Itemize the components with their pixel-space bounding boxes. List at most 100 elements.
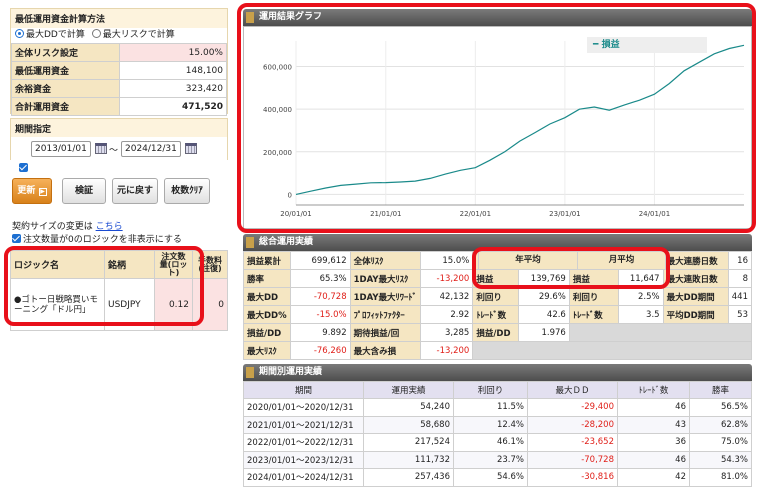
start-date-input[interactable]: 2013/01/01 (31, 141, 91, 157)
periodic-cell: -70,728 (527, 450, 618, 469)
stat-label: 1DAY最大ﾘﾜｰﾄﾞ (349, 287, 421, 306)
periodic-cell: 12.4% (453, 415, 528, 434)
periodic-cell: 46 (617, 398, 690, 417)
periodic-cell: 2022/01/01～2022/12/31 (243, 433, 364, 452)
periodic-cell: 56.5% (689, 398, 752, 417)
monthly-yield-label: 利回り (568, 287, 619, 306)
stat-label: 損益累計 (243, 251, 291, 270)
logic-highlight (4, 246, 204, 326)
periodic-cell: 54.3% (689, 450, 752, 469)
total-risk-value: 15.00% (119, 43, 227, 62)
contract-note: 契約サイズの変更は こちら (12, 222, 123, 232)
periodic-col-header: 期間 (243, 381, 364, 399)
stat-value: 2.92 (419, 305, 474, 324)
periodic-header: 期間別運用実績 (243, 364, 752, 381)
periodic-col-header: 勝率 (689, 381, 752, 399)
stat-value: 9.892 (289, 323, 351, 342)
stat-label: 最大ﾘｽｸ (243, 341, 291, 360)
stat-label: ﾄﾚｰﾄﾞ数 (472, 305, 519, 324)
calc-label: 余裕資金 (11, 79, 120, 98)
stat-value: 65.3% (289, 269, 351, 288)
play-icon: ▶ (38, 188, 47, 196)
end-calendar-icon[interactable] (185, 143, 197, 154)
stat-label: 損益/DD (243, 323, 291, 342)
start-calendar-icon[interactable] (95, 143, 107, 154)
calc-label: 全体リスク設定 (11, 43, 120, 62)
stat-value: 8 (727, 269, 753, 288)
stat-label: ﾌﾟﾛﾌｨｯﾄﾌｧｸﾀｰ (349, 305, 421, 324)
periodic-row: 2023/01/01～2023/12/31 111,732 23.7% -70,728… (243, 450, 752, 469)
stat-value: 53 (727, 305, 753, 324)
periodic-col-header: 最大ＤＤ (527, 381, 618, 399)
stat-label: 平均DD期間 (662, 305, 729, 324)
periodic-row: 2020/01/01～2020/12/31 54,240 11.5% -29,400 4… (243, 398, 752, 417)
end-date-input[interactable]: 2024/12/31 (121, 141, 181, 157)
periodic-cell: 81.0% (689, 468, 752, 487)
periodic-cell: 54.6% (453, 468, 528, 487)
periodic-cell: 46 (617, 450, 690, 469)
radio-max-dd[interactable]: 最大DDで計算 (15, 29, 85, 40)
calc-label: 最低運用資金 (11, 61, 120, 80)
periodic-cell: 2020/01/01～2020/12/31 (243, 398, 364, 417)
periodic-col-header: 運用実績 (363, 381, 454, 399)
periodic-cell: 36 (617, 433, 690, 452)
stat-value: 1.976 (517, 323, 570, 342)
stat-value: 699,612 (289, 251, 351, 270)
hide-zero-toggle[interactable]: 注文数量が0のロジックを非表示にする (12, 232, 182, 245)
periodic-cell: 43 (617, 415, 690, 434)
stat-value: 441 (727, 287, 753, 306)
stat-value: 42,132 (419, 287, 474, 306)
stat-label: 利回り (472, 287, 519, 306)
stat-label: 損益/DD (472, 323, 519, 342)
avg-highlight (472, 247, 670, 289)
monthly-trades-value: 3.5 (617, 305, 664, 324)
periodic-col-header: 利回り (453, 381, 528, 399)
stat-value: -70,728 (289, 287, 351, 306)
periodic-cell: 111,732 (363, 450, 454, 469)
stat-label: 最大DD% (243, 305, 291, 324)
contract-link[interactable]: こちら (96, 222, 123, 232)
periodic-cell: 11.5% (453, 398, 528, 417)
periodic-cell: 217,524 (363, 433, 454, 452)
stat-value: -13,200 (419, 269, 474, 288)
monthly-yield-value: 2.5% (617, 287, 664, 306)
periodic-cell: 62.8% (689, 415, 752, 434)
periodic-cell: 58,680 (363, 415, 454, 434)
stat-value: 29.6% (517, 287, 570, 306)
reset-button[interactable]: 元に戻す (112, 178, 158, 204)
periodic-col-header: ﾄﾚｰﾄﾞ数 (617, 381, 690, 399)
periodic-row: 2024/01/01～2024/12/31 257,436 54.6% -30,816… (243, 468, 752, 487)
period-panel: 期間指定 2013/01/01 ～ 2024/12/31 (10, 118, 228, 172)
periodic-cell: 46.1% (453, 433, 528, 452)
periodic-row: 2022/01/01～2022/12/31 217,524 46.1% -23,652… (243, 433, 752, 452)
periodic-cell: 2023/01/01～2023/12/31 (243, 450, 364, 469)
periodic-cell: 54,240 (363, 398, 454, 417)
stat-value: -76,260 (289, 341, 351, 360)
periodic-cell: 23.7% (453, 450, 528, 469)
calc-table: 全体リスク設定 15.00% 最低運用資金 148,100 余裕資金 323,420 … (11, 43, 227, 116)
periodic-cell: 42 (617, 468, 690, 487)
stat-label: 最大DD期間 (662, 287, 729, 306)
calc-panel: 最低運用資金計算方法 最大DDで計算 最大リスクで計算 全体リスク設定 15.00… (10, 8, 228, 116)
period-title: 期間指定 (15, 125, 52, 135)
total-capital-value: 471,520 (119, 97, 227, 116)
periodic-cell: 257,436 (363, 468, 454, 487)
calc-title: 最低運用資金計算方法 (15, 15, 106, 25)
stat-value: 16 (727, 251, 753, 270)
verify-button[interactable]: 検証 (62, 178, 106, 204)
update-button[interactable]: 更新 ▶ (12, 178, 52, 204)
stat-label: 最大連敗日数 (662, 269, 729, 288)
clear-lots-button[interactable]: 枚数ｸﾘｱ (164, 178, 210, 204)
min-capital-value: 148,100 (119, 61, 227, 80)
monthly-trades-label: ﾄﾚｰﾄﾞ数 (568, 305, 619, 324)
stat-value: -15.0% (289, 305, 351, 324)
stat-value: -13,200 (419, 341, 474, 360)
stat-value: 15.0% (419, 251, 474, 270)
stat-label: 全体ﾘｽｸ (349, 251, 421, 270)
stat-label: 勝率 (243, 269, 291, 288)
radio-max-risk[interactable]: 最大リスクで計算 (91, 29, 175, 40)
period-checkbox[interactable] (19, 163, 28, 172)
periodic-row: 2021/01/01～2021/12/31 58,680 12.4% -28,200 4… (243, 415, 752, 434)
spare-capital-value: 323,420 (119, 79, 227, 98)
graph-highlight (237, 3, 756, 233)
